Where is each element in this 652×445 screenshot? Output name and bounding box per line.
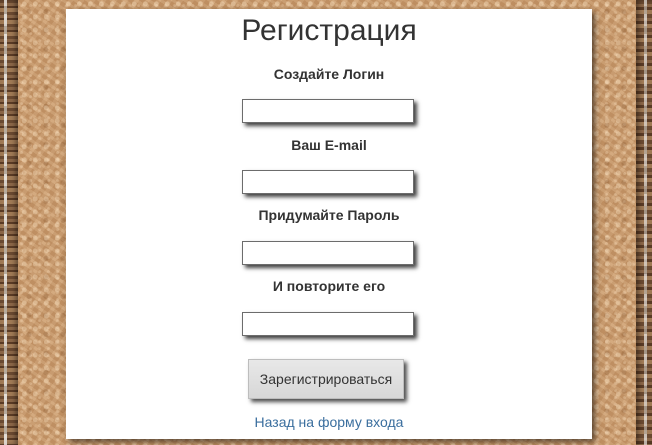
- password-repeat-input[interactable]: [242, 312, 414, 336]
- email-input[interactable]: [242, 170, 414, 194]
- password-repeat-label: И повторите его: [272, 278, 386, 294]
- password-input[interactable]: [242, 241, 414, 265]
- wood-frame-left: [0, 0, 18, 445]
- login-input[interactable]: [242, 99, 414, 123]
- register-button[interactable]: Зарегистрироваться: [248, 359, 404, 399]
- password-label: Придумайте Пароль: [258, 207, 400, 223]
- back-to-login-link[interactable]: Назад на форму входа: [66, 413, 592, 431]
- registration-panel: Регистрация Создайте Логин Ваш E-mail Пр…: [66, 9, 592, 439]
- wood-frame-right: [636, 0, 652, 445]
- page-title: Регистрация: [241, 14, 417, 47]
- login-label: Создайте Логин: [273, 66, 385, 82]
- email-label: Ваш E-mail: [291, 137, 367, 153]
